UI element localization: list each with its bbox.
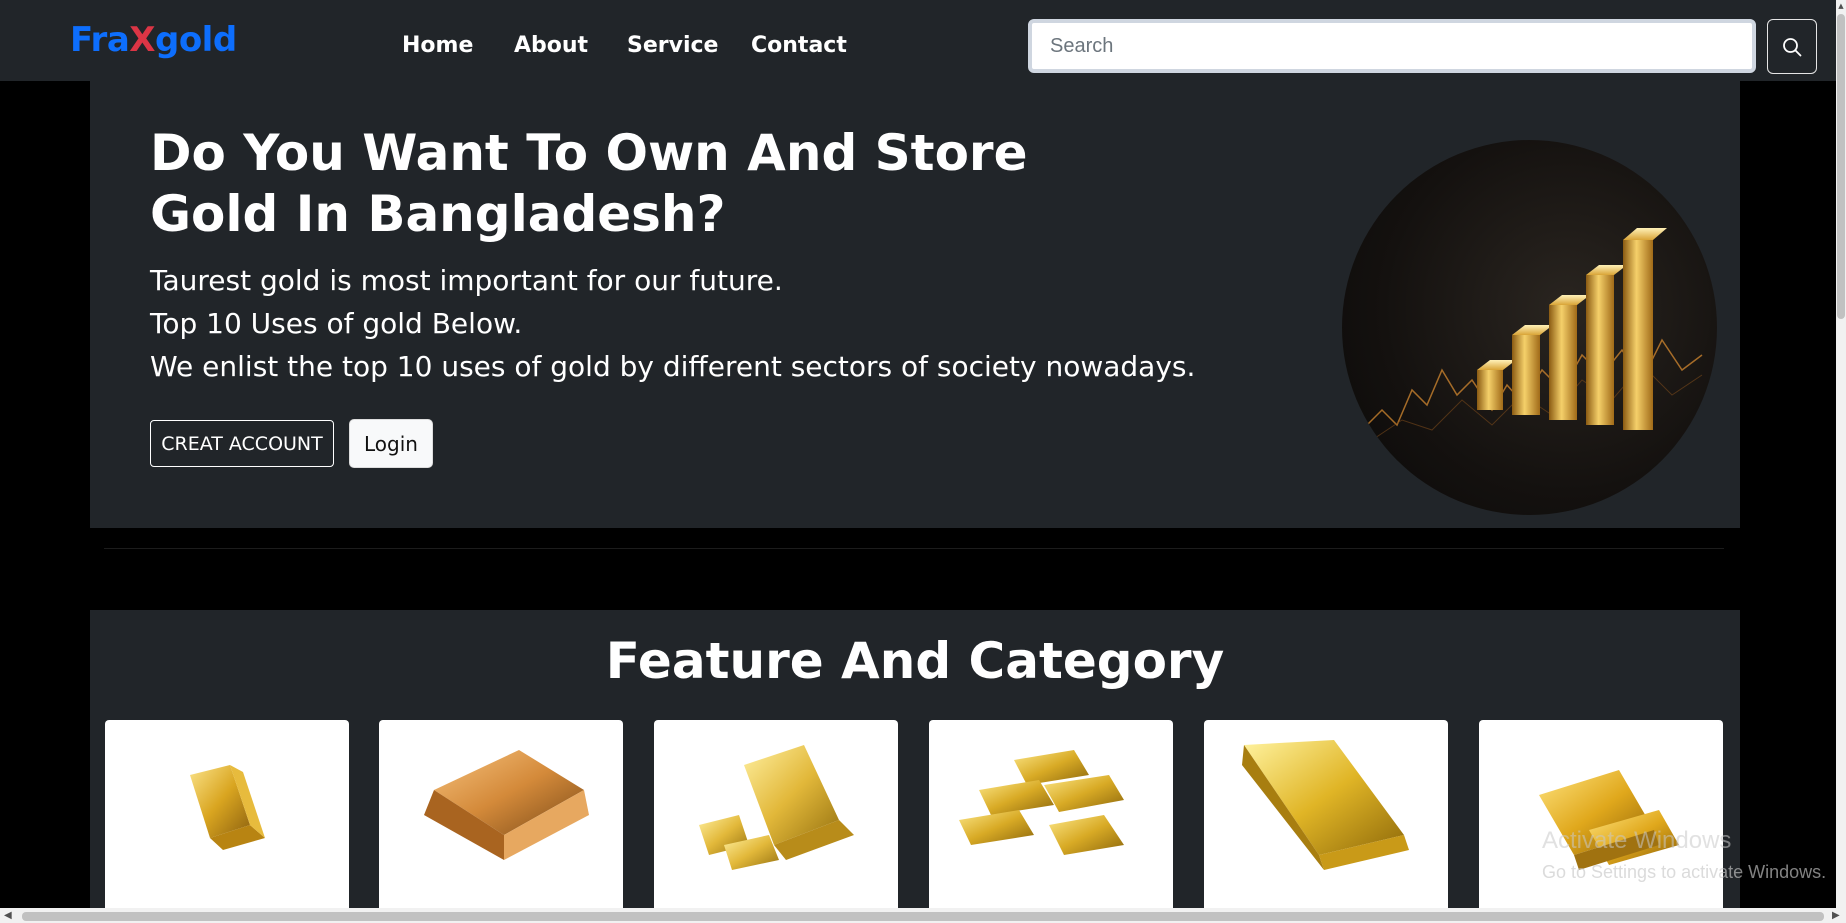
- nav-service[interactable]: Service: [627, 33, 718, 58]
- navbar: FraXgold Home About Service Contact: [0, 0, 1846, 81]
- category-card[interactable]: [654, 720, 898, 923]
- gold-bar-image: [424, 750, 589, 860]
- search-icon: [1783, 37, 1802, 56]
- hero-line-1: Taurest gold is most important for our f…: [150, 264, 783, 297]
- nav-home[interactable]: Home: [402, 33, 473, 58]
- scroll-right-arrow-icon[interactable]: ▶: [1832, 910, 1840, 921]
- nav-contact[interactable]: Contact: [751, 33, 847, 58]
- category-card[interactable]: [1204, 720, 1448, 923]
- hero-line-3: We enlist the top 10 uses of gold by dif…: [150, 350, 1196, 383]
- category-card[interactable]: [379, 720, 623, 923]
- hero-section: Do You Want To Own And Store Gold In Ban…: [90, 81, 1740, 528]
- gold-bar-image: [1242, 740, 1409, 870]
- vertical-scrollbar-thumb[interactable]: [1837, 14, 1845, 319]
- gold-bars-stack-image: [959, 750, 1124, 855]
- create-account-button[interactable]: CREAT ACCOUNT: [150, 420, 334, 467]
- section-divider: [104, 548, 1724, 549]
- category-card[interactable]: [929, 720, 1173, 923]
- scroll-left-arrow-icon[interactable]: ◀: [4, 910, 12, 921]
- category-card[interactable]: [105, 720, 349, 923]
- search-input[interactable]: [1028, 19, 1756, 73]
- brand-part2: X: [129, 20, 155, 60]
- brand-part1: Fra: [70, 20, 130, 60]
- login-button[interactable]: Login: [349, 419, 433, 468]
- hero-line-2: Top 10 Uses of gold Below.: [150, 307, 523, 340]
- gold-bar-image: [190, 765, 265, 850]
- brand-part3: gold: [154, 20, 237, 60]
- gold-bar-chart-image: [1342, 140, 1717, 515]
- search-button[interactable]: [1767, 19, 1817, 74]
- gold-bars-stack-image: [699, 745, 854, 870]
- nav-about[interactable]: About: [514, 33, 588, 58]
- hero-title: Do You Want To Own And Store Gold In Ban…: [150, 124, 1028, 243]
- scroll-up-arrow-icon[interactable]: ▲: [1836, 0, 1846, 12]
- horizontal-scrollbar-thumb[interactable]: [22, 912, 1824, 921]
- brand-logo[interactable]: FraXgold: [70, 20, 237, 60]
- feature-title: Feature And Category: [605, 632, 1225, 690]
- windows-activation-title: Activate Windows: [1542, 827, 1732, 854]
- feature-section: Feature And Category: [90, 610, 1740, 923]
- gold-bars-stack-image: [1539, 770, 1679, 870]
- category-card[interactable]: [1479, 720, 1723, 923]
- windows-activation-message: Go to Settings to activate Windows.: [1542, 862, 1827, 882]
